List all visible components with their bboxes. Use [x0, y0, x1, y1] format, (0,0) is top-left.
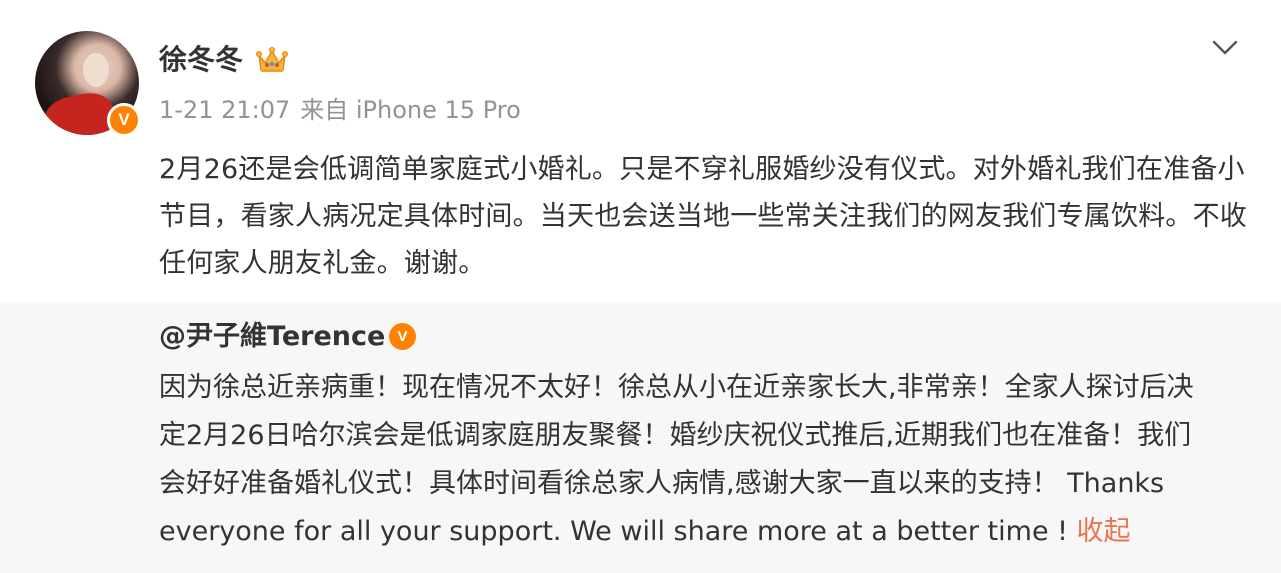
- repost-last-line: everyone for all your support. We will s…: [159, 508, 1249, 556]
- chevron-down-icon[interactable]: [1210, 36, 1240, 60]
- crown-icon[interactable]: [256, 45, 288, 75]
- repost-line: 会好好准备婚礼仪式！具体时间看徐总家人病情,感谢大家一直以来的支持！ Thank…: [159, 468, 1165, 499]
- avatar[interactable]: V: [35, 31, 141, 137]
- repost-line: 因为徐总近亲病重！现在情况不太好！徐总从小在近亲家长大,非常亲！全家人探讨后决: [159, 372, 1194, 403]
- post-timestamp[interactable]: 1-21 21:07: [159, 96, 290, 124]
- repost-body-text: 因为徐总近亲病重！现在情况不太好！徐总从小在近亲家长大,非常亲！全家人探讨后决 …: [159, 364, 1249, 556]
- repost-author-name[interactable]: @尹子維Terence: [159, 318, 385, 356]
- post-body-text: 2月26还是会低调简单家庭式小婚礼。只是不穿礼服婚纱没有仪式。对外婚礼我们在准备…: [159, 154, 1247, 279]
- weibo-post-card: V 徐冬冬 1-21 21:07 来自 iPhone 15 Pro 2月26还是会…: [0, 0, 1281, 573]
- post-meta: 1-21 21:07 来自 iPhone 15 Pro: [159, 94, 531, 126]
- collapse-link[interactable]: 收起: [1077, 516, 1131, 547]
- verified-icon: V: [389, 323, 416, 350]
- repost-line: 定2月26日哈尔滨会是低调家庭朋友聚餐！婚纱庆祝仪式推后,近期我们也在准备！我们: [159, 420, 1192, 451]
- verified-icon: V: [107, 103, 141, 137]
- post-source: 来自 iPhone 15 Pro: [300, 96, 521, 124]
- repost-line: everyone for all your support. We will s…: [159, 516, 1077, 547]
- post-author-name[interactable]: 徐冬冬: [159, 42, 243, 78]
